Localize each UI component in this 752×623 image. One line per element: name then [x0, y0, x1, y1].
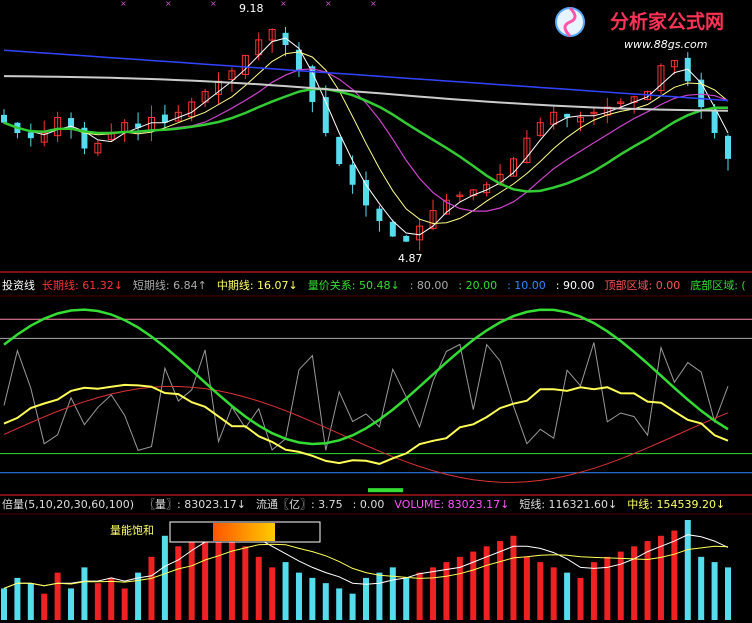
volume-bar: [349, 593, 356, 620]
watermark-brand: 分析家公式网: [610, 10, 724, 33]
volume-bar: [443, 562, 450, 620]
volume-header-item: 倍量(5,10,20,30,60,100): [2, 497, 134, 511]
volume-bar: [228, 535, 235, 620]
volume-bar: [510, 535, 517, 620]
volume-bar: [617, 551, 624, 620]
volume-bar: [322, 583, 329, 620]
volume-bar: [161, 535, 168, 620]
volume-bar: [671, 530, 678, 620]
candle-body: [349, 164, 356, 185]
indicator-header-item: 顶部区域: 0.00: [605, 278, 681, 292]
top-marker: ×: [280, 0, 287, 8]
volume-bar: [255, 556, 262, 620]
volume-bar: [564, 572, 571, 620]
saturation-fill: [213, 523, 275, 541]
volume-bar: [604, 556, 611, 620]
volume-bar: [389, 567, 396, 620]
volume-bar: [711, 562, 718, 620]
volume-bar: [27, 583, 34, 620]
candle-body: [711, 110, 718, 133]
short-line: [3, 342, 729, 452]
volume-header-item: 中线: 154539.20↓: [627, 497, 725, 511]
candle-body: [725, 135, 731, 159]
indicator-header: 投资线 长期线: 61.32↓ 短期线: 6.84↑ 中期线: 16.07↓ 量价关系…: [2, 278, 746, 292]
volume-bar: [188, 541, 195, 620]
watermark-url: www.88gs.com: [624, 38, 707, 51]
volume-bar: [41, 593, 48, 620]
saturation-box: 量能饱和: [110, 523, 154, 537]
volume-bar: [550, 567, 557, 620]
top-marker: ×: [120, 0, 127, 8]
volume-price-line: [3, 386, 729, 483]
candle-body: [27, 132, 34, 139]
indicator-header-item: : 20.00: [458, 279, 497, 292]
volume-bar: [175, 546, 182, 620]
indicator-panel: [0, 308, 752, 493]
volume-bar: [336, 588, 343, 620]
volume-bar: [577, 577, 584, 620]
volume-bar: [242, 546, 249, 620]
bottom-zone-bar: [368, 488, 403, 493]
volume-bar: [94, 583, 101, 620]
indicator-header-item: : 80.00: [410, 279, 449, 292]
candle-body: [376, 208, 383, 221]
volume-bar: [430, 567, 437, 620]
volume-bar: [590, 562, 597, 620]
indicator-name: 投资线: [2, 278, 35, 292]
volume-bar: [295, 572, 302, 620]
candle-body: [1, 114, 7, 123]
candle-body: [336, 136, 343, 165]
long-line: [3, 308, 729, 446]
volume-bar: [81, 567, 88, 620]
volume-bar: [657, 535, 664, 620]
volume-bar: [698, 556, 705, 620]
candle-body: [389, 221, 396, 237]
indicator-header-item: 量价关系: 50.48↓: [308, 278, 400, 292]
volume-bar: [523, 556, 530, 620]
indicator-header-item: 短期线: 6.84↑: [133, 278, 207, 292]
volume-bar: [121, 588, 128, 620]
top-marker: ×: [210, 0, 217, 8]
indicator-header-item: : 90.00: [556, 279, 595, 292]
top-marker: ×: [370, 0, 377, 8]
volume-bar: [269, 567, 276, 620]
volume-bar: [1, 588, 7, 620]
watermark-logo: 分析家公式网 www.88gs.com: [555, 6, 724, 51]
volume-bar: [282, 562, 289, 620]
volume-bar: [68, 588, 75, 620]
saturation-label: 量能饱和: [110, 523, 154, 537]
volume-bar: [108, 577, 115, 620]
candle-body: [403, 235, 410, 242]
volume-header-item: VOLUME: 83023.17↓: [394, 498, 509, 511]
volume-bar: [309, 577, 316, 620]
high-price-label: 9.18: [239, 2, 264, 15]
low-price-label: 4.87: [398, 252, 423, 265]
volume-header-item: 短线: 116321.60↓: [519, 497, 617, 511]
indicator-header-item: 中期线: 16.07↓: [217, 278, 298, 292]
volume-header-item: 〖量〗: 83023.17↓: [144, 498, 246, 511]
indicator-header-item: 长期线: 61.32↓: [42, 278, 123, 292]
stock-chart: 分析家公式网 www.88gs.com 9.18 4.87 投资线 长期线: 6…: [0, 0, 752, 620]
volume-header-item: : 0.00: [353, 498, 385, 511]
volume-bar: [54, 572, 61, 620]
volume-bar: [148, 556, 155, 620]
price-panel: [1, 26, 731, 251]
volume-bar: [403, 577, 410, 620]
volume-header: 倍量(5,10,20,30,60,100) 〖量〗: 83023.17↓ 流通〖亿〗…: [2, 497, 725, 511]
top-marker: ×: [325, 0, 332, 8]
indicator-header-item: : 10.00: [507, 279, 546, 292]
indicator-header-item: 底部区域: (: [690, 278, 746, 292]
volume-bar: [725, 567, 731, 620]
volume-bar: [537, 562, 544, 620]
volume-header-item: 流通〖亿〗: 3.75: [256, 497, 343, 511]
top-marker: ×: [165, 0, 172, 8]
volume-bar: [376, 572, 383, 620]
volume-bar: [416, 572, 423, 620]
